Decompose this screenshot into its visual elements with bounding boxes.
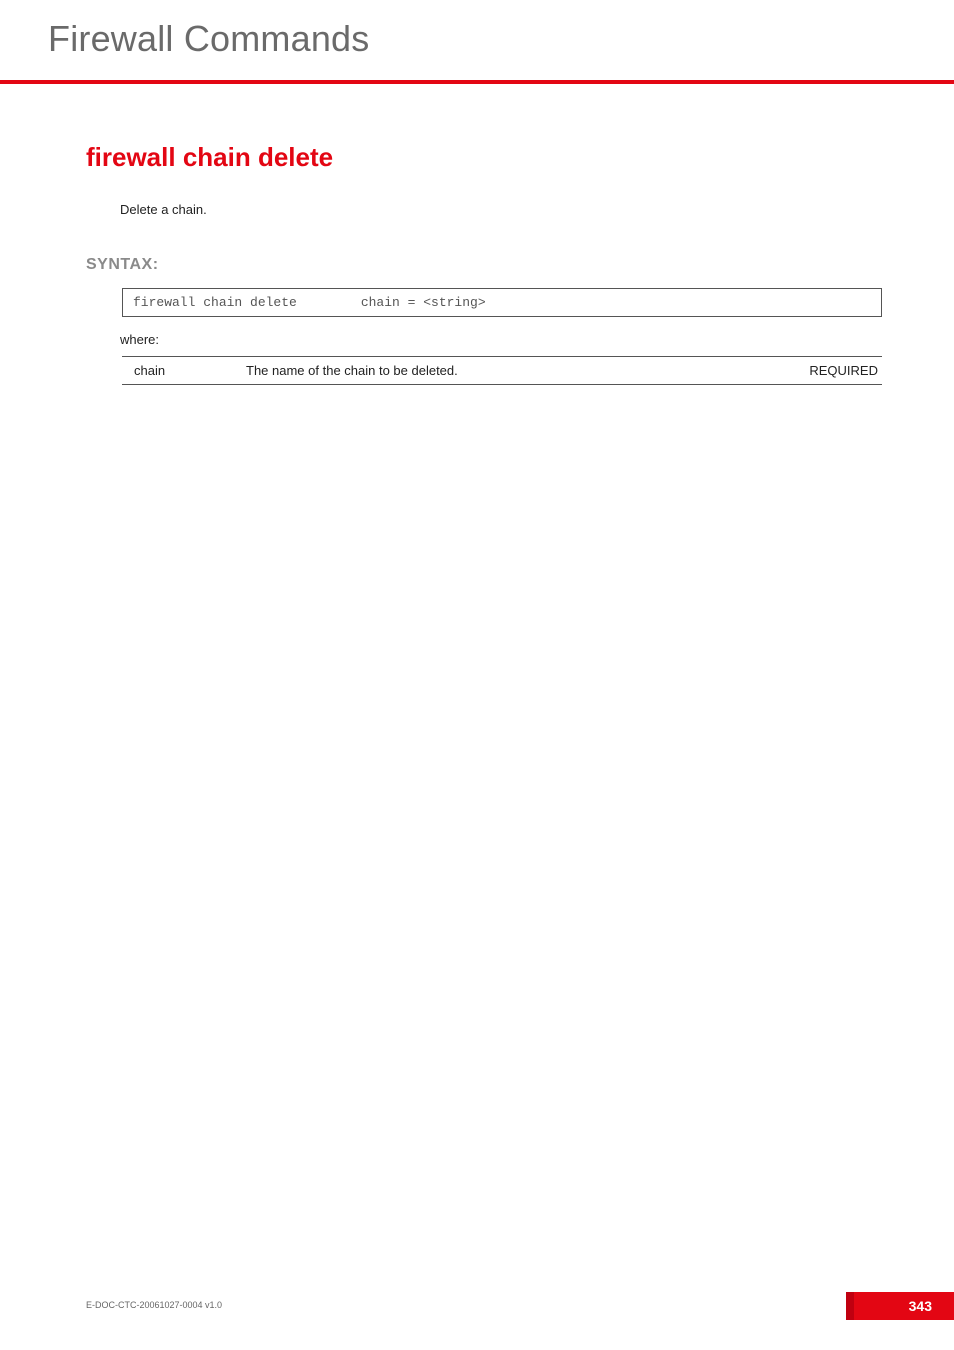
param-required: REQUIRED	[742, 357, 882, 385]
table-row: chain The name of the chain to be delete…	[122, 357, 882, 385]
syntax-command: firewall chain delete	[133, 295, 353, 310]
parameters-table: chain The name of the chain to be delete…	[122, 356, 882, 385]
syntax-heading: SYNTAX:	[86, 256, 159, 274]
header-rule	[0, 80, 954, 84]
syntax-box: firewall chain delete chain = <string>	[122, 288, 882, 317]
command-description: Delete a chain.	[120, 202, 207, 217]
command-title: firewall chain delete	[86, 142, 333, 173]
footer-doc-id: E-DOC-CTC-20061027-0004 v1.0	[86, 1300, 222, 1310]
page-number-tab	[854, 1292, 954, 1320]
where-label: where:	[120, 332, 159, 347]
chapter-title: Firewall Commands	[48, 18, 369, 60]
param-name: chain	[122, 357, 242, 385]
page-number: 343	[909, 1298, 932, 1314]
syntax-args: chain = <string>	[361, 295, 486, 310]
param-desc: The name of the chain to be deleted.	[242, 357, 742, 385]
